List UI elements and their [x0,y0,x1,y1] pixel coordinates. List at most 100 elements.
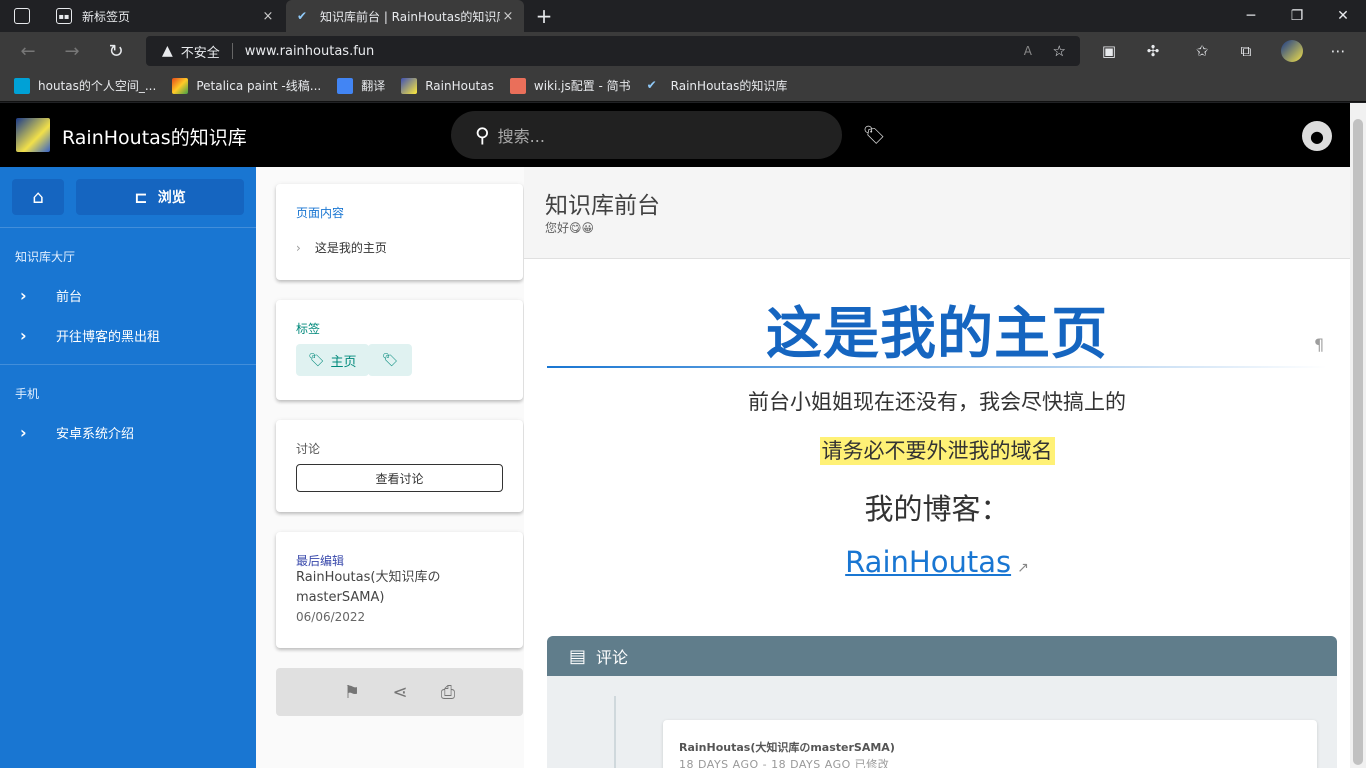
web-page: RainHoutas的知识库 ⚲ 搜索... 🏷 ● ⌂ ⊏ 浏览 知识库大厅 … [0,103,1350,768]
site-logo[interactable] [16,118,50,152]
page-header: 知识库前台 您好😋😀 [524,167,1350,259]
bookmark-item[interactable]: ✔ RainHoutas的知识库 [647,77,788,94]
discussion-title: 讨论 [296,442,321,456]
back-button[interactable]: ← [10,32,46,70]
collections-share-icon[interactable]: ⧉ [1226,32,1266,70]
page-title: 知识库前台 [545,193,660,219]
bookmark-label: RainHoutas的知识库 [670,79,788,93]
all-tags-button[interactable]: 🏷 [368,344,412,376]
favorite-star-icon[interactable]: ☆ [1053,42,1066,60]
tab-close-icon[interactable]: × [500,9,516,24]
divider [0,227,256,228]
tab-new-tab[interactable]: ▪▪ 新标签页 × [48,0,284,32]
tags-icon: 🏷 [381,352,399,368]
tag-chip[interactable]: 🏷 主页 [296,344,369,376]
paragraph: 前台小姐姐现在还没有，我会尽快搞上的 [748,390,1126,414]
home-button[interactable]: ⌂ [12,179,64,215]
browse-button[interactable]: ⊏ 浏览 [76,179,244,215]
highlighted-text: 请务必不要外泄我的域名 [819,437,1055,465]
tags-card: 标签 🏷 主页 🏷 [276,300,523,400]
bilibili-icon [14,77,30,94]
comment-card: RainHoutas(大知识库のmasterSAMA) 18 DAYS AGO … [663,720,1317,768]
view-discussion-button[interactable]: 查看讨论 [296,464,503,492]
address-bar[interactable]: ▲ 不安全 www.rainhoutas.fun A ☆ [146,36,1080,66]
tab-title: 新标签页 [82,9,131,24]
url-text[interactable]: www.rainhoutas.fun [245,44,374,59]
sitemap-icon: ⊏ [134,187,148,207]
more-menu-icon[interactable]: ⋯ [1318,32,1358,70]
account-icon[interactable]: ● [1302,121,1332,151]
page-subtitle: 您好😋😀 [545,221,595,235]
wiki-icon: ✔ [646,77,657,92]
sidebar: ⌂ ⊏ 浏览 知识库大厅 › 前台 › 开往博客的黑出租 手机 › 安卓系统介绍 [0,167,256,768]
bookmark-label: RainHoutas [425,78,494,93]
profile-avatar[interactable] [1272,32,1312,70]
search-input[interactable]: ⚲ 搜索... [451,111,842,159]
rainhoutas-icon [401,77,418,94]
browse-label: 浏览 [157,190,186,206]
last-edit-author: RainHoutas(大知识库のmasterSAMA) [296,570,441,605]
comment-author: RainHoutas(大知识库のmasterSAMA) [679,741,895,754]
favorites-icon[interactable]: ✩ [1182,32,1222,70]
browser-tab-bar: ▪▪ 新标签页 × ✔ 知识库前台 | RainHoutas的知识库 × + ─… [0,0,1366,32]
bookmark-item[interactable]: RainHoutas [401,77,494,94]
minimize-button[interactable]: ─ [1228,0,1274,32]
page-actions: ⚑ ⋖ ⎙ [276,668,523,716]
translate-icon [337,77,354,94]
divider [0,364,256,365]
divider [231,43,233,59]
print-icon[interactable]: ⎙ [436,680,460,704]
extensions-icon[interactable]: ✣ [1133,32,1173,70]
site-title[interactable]: RainHoutas的知识库 [62,123,247,150]
tags-icon[interactable]: 🏷 [860,121,888,149]
chevron-right-icon: › [20,285,27,305]
new-tab-button[interactable]: + [534,0,554,32]
wiki-favicon-icon: ✔ [296,9,308,23]
comment-icon: ▤ [569,645,587,667]
warning-icon: ▲ [162,43,173,59]
toc-item-label: 这是我的主页 [314,241,387,255]
chevron-right-icon: › [20,325,27,345]
page-info-column: 页面内容 › 这是我的主页 标签 🏷 主页 🏷 讨论 查看讨论 最后编辑 Rai… [256,167,524,768]
bookmark-item[interactable]: 翻译 [337,77,385,94]
reload-button[interactable]: ↻ [98,32,134,70]
jianshu-icon [509,77,526,94]
app-bar: RainHoutas的知识库 ⚲ 搜索... 🏷 ● [0,103,1350,167]
search-placeholder: 搜索... [497,127,545,146]
sidebar-item-label: 安卓系统介绍 [56,426,135,442]
bookmarks-bar: houtas的个人空间_... Petalica paint -线稿... 翻译… [0,70,1366,102]
blog-link[interactable]: RainHoutas [845,545,1011,579]
scrollbar-thumb[interactable] [1353,119,1363,765]
anchor-link-icon[interactable]: ¶ [1314,335,1324,354]
timeline-line [614,696,616,768]
sidebar-item-android[interactable]: › 安卓系统介绍 [0,412,256,452]
bookmark-label: houtas的个人空间_... [38,79,157,93]
share-icon[interactable]: ⋖ [388,680,412,704]
read-aloud-icon[interactable]: A [1024,44,1032,58]
sidebar-item-front[interactable]: › 前台 [0,275,256,315]
bookmark-item[interactable]: houtas的个人空间_... [14,77,156,94]
blog-link-row: RainHoutas ↗ [547,545,1327,579]
bookmark-icon[interactable]: ⚑ [340,680,364,704]
tab-active[interactable]: ✔ 知识库前台 | RainHoutas的知识库 × [286,0,524,32]
bookmark-label: Petalica paint -线稿... [196,79,322,93]
tab-actions-icon[interactable] [14,8,30,24]
tag-label: 主页 [330,354,357,370]
bookmark-item[interactable]: Petalica paint -线稿... [172,77,321,94]
comments-title: 评论 [596,648,629,667]
collections-icon[interactable]: ▣ [1089,32,1129,70]
sidebar-item-blog-taxi[interactable]: › 开往博客的黑出租 [0,315,256,355]
chevron-right-icon: › [296,240,301,255]
last-edit-date: 06/06/2022 [296,610,366,624]
heading-underline [547,366,1327,368]
forward-button[interactable]: → [54,32,90,70]
toc-item[interactable]: › 这是我的主页 [296,239,387,256]
maximize-button[interactable]: ❐ [1274,0,1320,32]
tab-close-icon[interactable]: × [260,9,276,24]
bookmark-item[interactable]: wiki.js配置 - 简书 [509,77,631,94]
close-window-button[interactable]: ✕ [1320,0,1366,32]
toc-title: 页面内容 [296,206,345,220]
page-scrollbar[interactable] [1350,103,1366,768]
new-tab-favicon-icon: ▪▪ [56,8,72,24]
tag-icon: 🏷 [308,352,325,368]
